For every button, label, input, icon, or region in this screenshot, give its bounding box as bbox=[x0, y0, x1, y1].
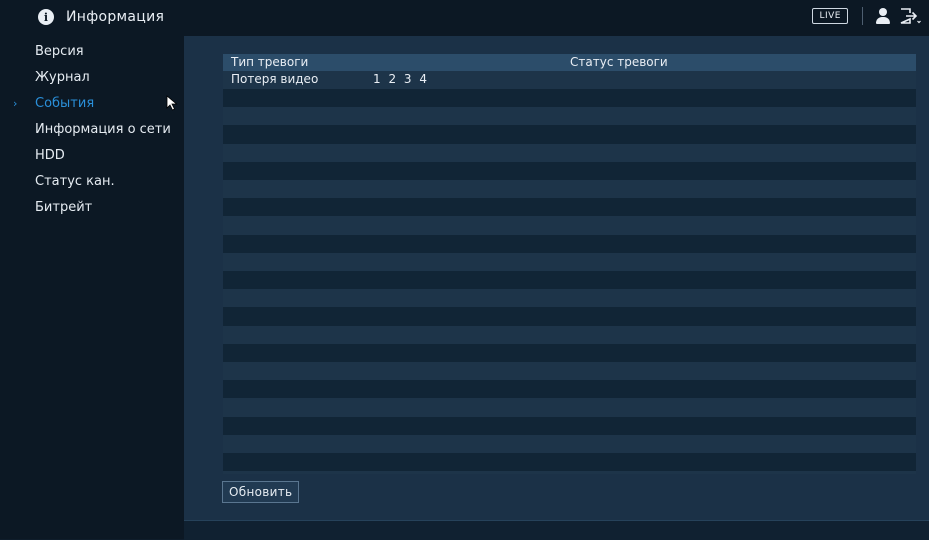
header-title-group: i Информация bbox=[38, 9, 164, 25]
sidebar-item-network-info[interactable]: Информация о сети bbox=[0, 116, 184, 142]
table-row-empty bbox=[223, 289, 916, 308]
column-header-alarm-type: Тип тревоги bbox=[231, 55, 309, 69]
table-row-empty bbox=[223, 380, 916, 399]
table-row-empty bbox=[223, 198, 916, 217]
table-row-empty bbox=[223, 180, 916, 199]
table-row-empty bbox=[223, 362, 916, 381]
table-row-empty bbox=[223, 325, 916, 344]
sidebar-item-label: Журнал bbox=[35, 69, 90, 85]
table-row-empty bbox=[223, 252, 916, 271]
info-icon: i bbox=[38, 9, 54, 25]
alarm-type-cell: Потеря видео bbox=[231, 72, 319, 86]
sidebar-item-channel-status[interactable]: Статус кан. bbox=[0, 168, 184, 194]
bottom-bar bbox=[184, 520, 929, 540]
table-row-empty bbox=[223, 453, 916, 472]
top-bar: i Информация LIVE bbox=[0, 0, 929, 37]
sidebar: Версия Журнал › События Информация о сет… bbox=[0, 36, 184, 539]
table-row-empty bbox=[223, 343, 916, 362]
table-row-empty bbox=[223, 107, 916, 126]
sidebar-item-label: HDD bbox=[35, 147, 65, 163]
sidebar-item-hdd[interactable]: HDD bbox=[0, 142, 184, 168]
sidebar-item-log[interactable]: Журнал bbox=[0, 64, 184, 90]
table-header: Тип тревоги Статус тревоги bbox=[223, 54, 916, 71]
sidebar-item-label: Информация о сети bbox=[35, 121, 171, 137]
alarm-status-cell: 1 2 3 4 bbox=[373, 72, 429, 86]
table-row-empty bbox=[223, 89, 916, 108]
refresh-button[interactable]: Обновить bbox=[222, 481, 300, 503]
sidebar-item-events[interactable]: › События bbox=[0, 90, 184, 116]
sidebar-item-label: Статус кан. bbox=[35, 173, 115, 189]
column-header-alarm-status: Статус тревоги bbox=[570, 55, 668, 69]
sidebar-item-version[interactable]: Версия bbox=[0, 38, 184, 64]
header-divider bbox=[862, 7, 863, 25]
sidebar-item-label: Версия bbox=[35, 43, 84, 59]
table-row-empty bbox=[223, 161, 916, 180]
live-button[interactable]: LIVE bbox=[812, 8, 848, 24]
table-row-empty bbox=[223, 125, 916, 144]
mouse-cursor-icon bbox=[166, 95, 178, 111]
sidebar-item-label: Битрейт bbox=[35, 199, 93, 215]
table-row-empty bbox=[223, 143, 916, 162]
sidebar-item-label: События bbox=[35, 95, 95, 111]
page-title: Информация bbox=[66, 9, 165, 25]
user-icon[interactable] bbox=[873, 7, 893, 25]
table-row-empty bbox=[223, 307, 916, 326]
alarm-status-table: Тип тревоги Статус тревоги Потеря видео … bbox=[223, 54, 916, 474]
table-row[interactable]: Потеря видео 1 2 3 4 bbox=[223, 71, 916, 89]
table-row-empty bbox=[223, 416, 916, 435]
chevron-right-icon: › bbox=[13, 96, 18, 110]
table-row-empty bbox=[223, 216, 916, 235]
logout-icon[interactable] bbox=[899, 7, 921, 25]
table-row-empty bbox=[223, 271, 916, 290]
header-actions: LIVE bbox=[812, 7, 921, 25]
table-row-empty bbox=[223, 434, 916, 453]
sidebar-item-bitrate[interactable]: Битрейт bbox=[0, 194, 184, 220]
table-row-empty bbox=[223, 398, 916, 417]
table-row-empty bbox=[223, 234, 916, 253]
